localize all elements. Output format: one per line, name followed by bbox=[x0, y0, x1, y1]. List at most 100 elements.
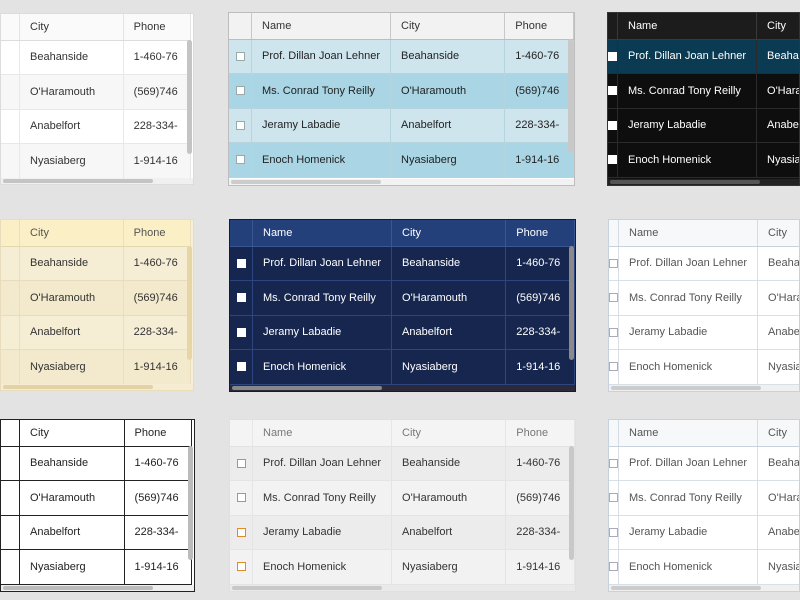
checkbox-icon[interactable] bbox=[235, 120, 245, 130]
column-header-city[interactable]: City bbox=[757, 420, 799, 447]
data-grid-outline-2[interactable]: Name City Prof. Dillan Joan LehnerBeahan… bbox=[608, 419, 800, 592]
checkbox-icon[interactable] bbox=[608, 155, 617, 165]
table-row[interactable]: Jeramy Labadie Anabelfort 228-334- bbox=[230, 515, 575, 550]
column-header-cut[interactable] bbox=[1, 420, 20, 447]
horizontal-scrollbar[interactable] bbox=[609, 585, 799, 591]
horizontal-scrollbar[interactable] bbox=[230, 385, 575, 391]
column-header-name[interactable]: Name bbox=[252, 420, 393, 447]
data-grid-lines[interactable]: City Phone Beahanside 1-460-76 O'Haramout… bbox=[0, 419, 195, 592]
horizontal-scrollbar[interactable] bbox=[608, 179, 799, 185]
checkbox-icon[interactable] bbox=[236, 562, 246, 572]
data-grid-soft[interactable]: Name City Phone Prof. Dillan Joan Lehner… bbox=[229, 419, 576, 592]
scrollbar-thumb[interactable] bbox=[611, 586, 761, 590]
table-row[interactable]: O'Haramouth (569)746 bbox=[1, 74, 192, 110]
checkbox-icon[interactable] bbox=[236, 293, 246, 303]
vertical-scrollbar[interactable] bbox=[187, 40, 192, 154]
scrollbar-thumb[interactable] bbox=[231, 180, 381, 184]
horizontal-scrollbar[interactable] bbox=[1, 384, 193, 390]
horizontal-scrollbar[interactable] bbox=[229, 179, 574, 185]
horizontal-scrollbar[interactable] bbox=[230, 585, 575, 591]
table-row[interactable]: Ms. Conrad Tony Reilly O'Haramouth (569)74… bbox=[229, 73, 574, 109]
table-row[interactable]: Prof. Dillan Joan Lehner Beahanside 1-460-… bbox=[230, 246, 575, 281]
table-row[interactable]: O'Haramouth (569)746 bbox=[1, 480, 193, 516]
vertical-scrollbar[interactable] bbox=[187, 246, 192, 360]
column-header-name[interactable]: Name bbox=[251, 13, 392, 40]
table-row[interactable]: Jeramy Labadie Anabelfort 228-334- bbox=[230, 315, 575, 350]
checkbox-icon[interactable] bbox=[609, 458, 618, 468]
column-header-city[interactable]: City bbox=[391, 420, 507, 447]
column-header-select[interactable] bbox=[229, 13, 252, 40]
data-grid-aqua[interactable]: Name City Phone Prof. Dillan Joan Lehner… bbox=[228, 12, 575, 186]
checkbox-icon[interactable] bbox=[609, 293, 618, 303]
vertical-scrollbar[interactable] bbox=[568, 39, 573, 153]
checkbox-icon[interactable] bbox=[609, 527, 618, 537]
scrollbar-thumb[interactable] bbox=[610, 180, 760, 184]
column-header-cut[interactable] bbox=[1, 220, 20, 247]
table-row[interactable]: Enoch HomenickNyasiaberg bbox=[609, 549, 799, 585]
column-header-name[interactable]: Name bbox=[618, 220, 759, 247]
table-row[interactable]: O'Haramouth (569)746 bbox=[1, 280, 192, 316]
table-row[interactable]: Jeramy Labadie Anabelfort 228-334- bbox=[229, 108, 574, 143]
column-header-select[interactable] bbox=[230, 420, 253, 447]
column-header-city[interactable]: City bbox=[756, 13, 799, 40]
checkbox-icon[interactable] bbox=[236, 258, 246, 268]
vertical-scrollbar[interactable] bbox=[569, 446, 574, 560]
data-grid-black[interactable]: Name City Prof. Dillan Joan LehnerBeahan… bbox=[607, 12, 800, 186]
table-row[interactable]: Prof. Dillan Joan Lehner Beahanside 1-460-… bbox=[229, 39, 574, 74]
horizontal-scrollbar[interactable] bbox=[1, 178, 193, 184]
table-row[interactable]: Anabelfort 228-334- bbox=[1, 515, 193, 550]
data-grid-cream[interactable]: City Phone Beahanside 1-460-76 O'Haramout… bbox=[0, 219, 194, 391]
table-row[interactable]: Enoch Homenick Nyasiaberg 1-914-16 bbox=[230, 549, 575, 585]
table-row[interactable]: Prof. Dillan Joan Lehner Beahanside 1-460-… bbox=[230, 446, 575, 481]
scrollbar-thumb[interactable] bbox=[3, 179, 153, 183]
column-header-phone[interactable]: Phone bbox=[505, 220, 575, 247]
data-grid-navy[interactable]: Name City Phone Prof. Dillan Joan Lehner… bbox=[229, 219, 576, 392]
column-header-select[interactable] bbox=[230, 220, 253, 247]
table-row[interactable]: Enoch Homenick Nyasiaberg 1-914-16 bbox=[230, 349, 575, 385]
horizontal-scrollbar[interactable] bbox=[609, 385, 799, 391]
checkbox-icon[interactable] bbox=[235, 155, 245, 165]
table-row[interactable]: Beahanside 1-460-76 bbox=[1, 246, 192, 281]
column-header-city[interactable]: City bbox=[390, 13, 506, 40]
column-header-select[interactable] bbox=[609, 420, 619, 447]
scrollbar-thumb[interactable] bbox=[611, 386, 761, 390]
table-row[interactable]: Jeramy LabadieAnabelfort bbox=[608, 108, 799, 143]
checkbox-icon[interactable] bbox=[608, 86, 617, 96]
table-row[interactable]: Anabelfort 228-334- bbox=[1, 315, 192, 350]
column-header-phone[interactable]: Phone bbox=[124, 420, 193, 447]
checkbox-icon[interactable] bbox=[609, 258, 618, 268]
checkbox-icon[interactable] bbox=[609, 493, 618, 503]
table-row[interactable]: Jeramy LabadieAnabelfort bbox=[609, 315, 799, 350]
data-grid-outline[interactable]: Name City Prof. Dillan Joan LehnerBeahan… bbox=[608, 219, 800, 392]
vertical-scrollbar[interactable] bbox=[569, 246, 574, 360]
column-header-phone[interactable]: Phone bbox=[504, 13, 574, 40]
column-header-cut[interactable] bbox=[1, 14, 20, 41]
table-row[interactable]: Prof. Dillan Joan LehnerBeahanside bbox=[609, 246, 799, 281]
checkbox-icon[interactable] bbox=[609, 562, 618, 572]
table-row[interactable]: Prof. Dillan Joan LehnerBeahanside bbox=[609, 446, 799, 481]
column-header-select[interactable] bbox=[608, 13, 618, 40]
table-row[interactable]: Enoch Homenick Nyasiaberg 1-914-16 bbox=[229, 142, 574, 178]
scrollbar-thumb[interactable] bbox=[232, 586, 382, 590]
table-row[interactable]: Beahanside 1-460-76 bbox=[1, 40, 192, 75]
table-row[interactable]: Ms. Conrad Tony ReillyO'Haramouth bbox=[609, 280, 799, 316]
data-grid-light[interactable]: City Phone Beahanside 1-460-76 O'Haramout… bbox=[0, 13, 194, 185]
column-header-phone[interactable]: Phone bbox=[505, 420, 575, 447]
checkbox-icon[interactable] bbox=[609, 362, 618, 372]
column-header-name[interactable]: Name bbox=[618, 420, 759, 447]
scrollbar-thumb[interactable] bbox=[3, 586, 153, 590]
checkbox-icon[interactable] bbox=[236, 527, 246, 537]
column-header-name[interactable]: Name bbox=[617, 13, 758, 40]
table-row[interactable]: Anabelfort 228-334- bbox=[1, 109, 192, 144]
table-row[interactable]: Beahanside 1-460-76 bbox=[1, 446, 193, 481]
column-header-name[interactable]: Name bbox=[252, 220, 393, 247]
vertical-scrollbar[interactable] bbox=[188, 446, 193, 560]
checkbox-icon[interactable] bbox=[609, 327, 618, 337]
column-header-select[interactable] bbox=[609, 220, 619, 247]
table-row[interactable]: Ms. Conrad Tony ReillyO'Haramouth bbox=[609, 480, 799, 516]
column-header-city[interactable]: City bbox=[391, 220, 507, 247]
table-row[interactable]: Jeramy LabadieAnabelfort bbox=[609, 515, 799, 550]
table-row[interactable]: Nyasiaberg 1-914-16 bbox=[1, 143, 192, 179]
table-row[interactable]: Enoch HomenickNyasiaberg bbox=[609, 349, 799, 385]
checkbox-icon[interactable] bbox=[608, 120, 617, 130]
